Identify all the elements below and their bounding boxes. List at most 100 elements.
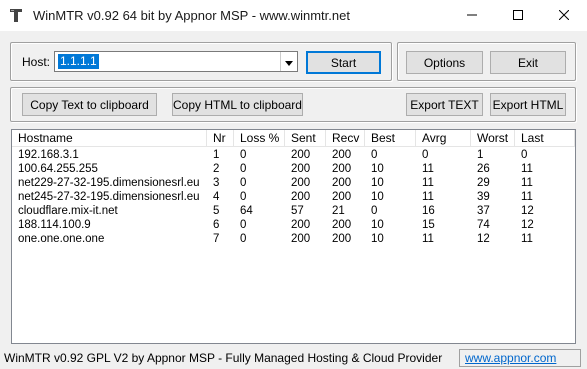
chevron-down-icon (285, 55, 293, 69)
table-cell: 7 (213, 233, 220, 245)
table-cell: 0 (371, 149, 378, 161)
close-button[interactable] (541, 0, 587, 31)
table-row[interactable]: cloudflare.mix-it.net 5 64 57 21 0 16 37 12 (12, 205, 575, 218)
table-cell: cloudflare.mix-it.net (18, 205, 118, 217)
column-header-last[interactable]: Last (515, 130, 575, 147)
table-row[interactable]: 188.114.100.9 6 0 200 200 10 15 74 12 (12, 219, 575, 232)
title-bar[interactable]: WinMTR v0.92 64 bit by Appnor MSP - www.… (0, 0, 587, 31)
table-cell: 0 (240, 233, 247, 245)
export-html-button[interactable]: Export HTML (490, 93, 566, 116)
options-button[interactable]: Options (406, 51, 483, 74)
table-cell: 200 (332, 149, 352, 161)
table-cell: 11 (521, 191, 533, 203)
table-row[interactable]: one.one.one.one 7 0 200 200 10 11 12 11 (12, 233, 575, 246)
winmtr-app-icon (9, 8, 23, 23)
maximize-icon (513, 9, 523, 23)
column-header-recv[interactable]: Recv (326, 130, 365, 147)
table-cell: 200 (291, 233, 311, 245)
table-cell: 10 (371, 177, 384, 189)
column-header-hostname[interactable]: Hostname (12, 130, 207, 147)
table-cell: 2 (213, 163, 220, 175)
table-cell: 200 (332, 163, 352, 175)
table-cell: net229-27-32-195.dimensionesrl.eu (18, 177, 200, 189)
table-cell: 10 (371, 219, 384, 231)
close-icon (558, 9, 570, 23)
table-cell: 10 (371, 191, 384, 203)
column-header-avrg[interactable]: Avrg (416, 130, 471, 147)
table-cell: 192.168.3.1 (18, 149, 79, 161)
minimize-button[interactable] (449, 0, 495, 31)
table-cell: 0 (371, 205, 378, 217)
table-cell: 200 (332, 191, 352, 203)
host-dropdown-button[interactable] (280, 52, 297, 71)
table-cell: one.one.one.one (18, 233, 105, 245)
table-cell: 39 (477, 191, 490, 203)
table-cell: 11 (521, 177, 533, 189)
table-row[interactable]: net245-27-32-195.dimensionesrl.eu 4 0 200 20… (12, 191, 575, 204)
table-cell: net245-27-32-195.dimensionesrl.eu (18, 191, 200, 203)
table-cell: 10 (371, 163, 384, 175)
table-cell: 11 (422, 233, 434, 245)
host-combobox[interactable]: 1.1.1.1 (54, 51, 298, 72)
exit-button[interactable]: Exit (490, 51, 566, 74)
table-cell: 12 (477, 233, 490, 245)
table-cell: 11 (521, 233, 533, 245)
table-row[interactable]: net229-27-32-195.dimensionesrl.eu 3 0 200 20… (12, 177, 575, 190)
table-cell: 3 (213, 177, 220, 189)
table-cell: 0 (521, 149, 528, 161)
table-cell: 0 (240, 163, 247, 175)
status-link-pane: www.appnor.com (459, 349, 581, 367)
start-button[interactable]: Start (306, 51, 381, 74)
table-cell: 57 (291, 205, 304, 217)
table-cell: 188.114.100.9 (18, 219, 91, 231)
results-table[interactable]: Hostname Nr Loss % Sent Recv Best Avrg Worst Las… (11, 129, 576, 344)
table-cell: 74 (477, 219, 490, 231)
appnor-link[interactable]: www.appnor.com (465, 351, 556, 365)
table-cell: 10 (371, 233, 384, 245)
table-cell: 29 (477, 177, 490, 189)
table-cell: 12 (521, 205, 534, 217)
table-cell: 11 (521, 163, 533, 175)
table-cell: 0 (422, 149, 429, 161)
table-cell: 200 (291, 149, 311, 161)
table-cell: 11 (422, 177, 434, 189)
window-title: WinMTR v0.92 64 bit by Appnor MSP - www.… (33, 8, 350, 23)
table-cell: 37 (477, 205, 490, 217)
table-cell: 12 (521, 219, 534, 231)
column-header-worst[interactable]: Worst (471, 130, 515, 147)
table-cell: 15 (422, 219, 435, 231)
table-cell: 0 (240, 191, 247, 203)
table-cell: 64 (240, 205, 253, 217)
table-cell: 4 (213, 191, 220, 203)
maximize-button[interactable] (495, 0, 541, 31)
table-cell: 200 (291, 219, 311, 231)
host-input[interactable]: 1.1.1.1 (58, 54, 99, 69)
column-header-best[interactable]: Best (365, 130, 416, 147)
host-label: Host: (22, 55, 51, 69)
table-cell: 5 (213, 205, 220, 217)
column-header-nr[interactable]: Nr (207, 130, 234, 147)
table-cell: 0 (240, 177, 247, 189)
table-cell: 200 (291, 191, 311, 203)
table-cell: 200 (332, 177, 352, 189)
table-cell: 200 (332, 233, 352, 245)
copy-text-button[interactable]: Copy Text to clipboard (22, 93, 157, 116)
table-cell: 11 (422, 163, 434, 175)
table-cell: 100.64.255.255 (18, 163, 98, 175)
status-text: WinMTR v0.92 GPL V2 by Appnor MSP - Full… (4, 351, 443, 365)
table-cell: 200 (332, 219, 352, 231)
column-header-sent[interactable]: Sent (285, 130, 326, 147)
table-header: Hostname Nr Loss % Sent Recv Best Avrg Worst Las… (12, 130, 575, 147)
export-text-button[interactable]: Export TEXT (406, 93, 483, 116)
table-cell: 21 (332, 205, 345, 217)
copy-html-button[interactable]: Copy HTML to clipboard (172, 93, 303, 116)
table-cell: 0 (240, 219, 247, 231)
winmtr-window: WinMTR v0.92 64 bit by Appnor MSP - www.… (0, 0, 587, 369)
table-row[interactable]: 192.168.3.1 1 0 200 200 0 0 1 0 (12, 149, 575, 162)
minimize-icon (467, 9, 477, 23)
table-row[interactable]: 100.64.255.255 2 0 200 200 10 11 26 11 (12, 163, 575, 176)
table-cell: 1 (213, 149, 220, 161)
column-header-loss[interactable]: Loss % (234, 130, 285, 147)
table-cell: 11 (422, 191, 434, 203)
table-cell: 200 (291, 163, 311, 175)
